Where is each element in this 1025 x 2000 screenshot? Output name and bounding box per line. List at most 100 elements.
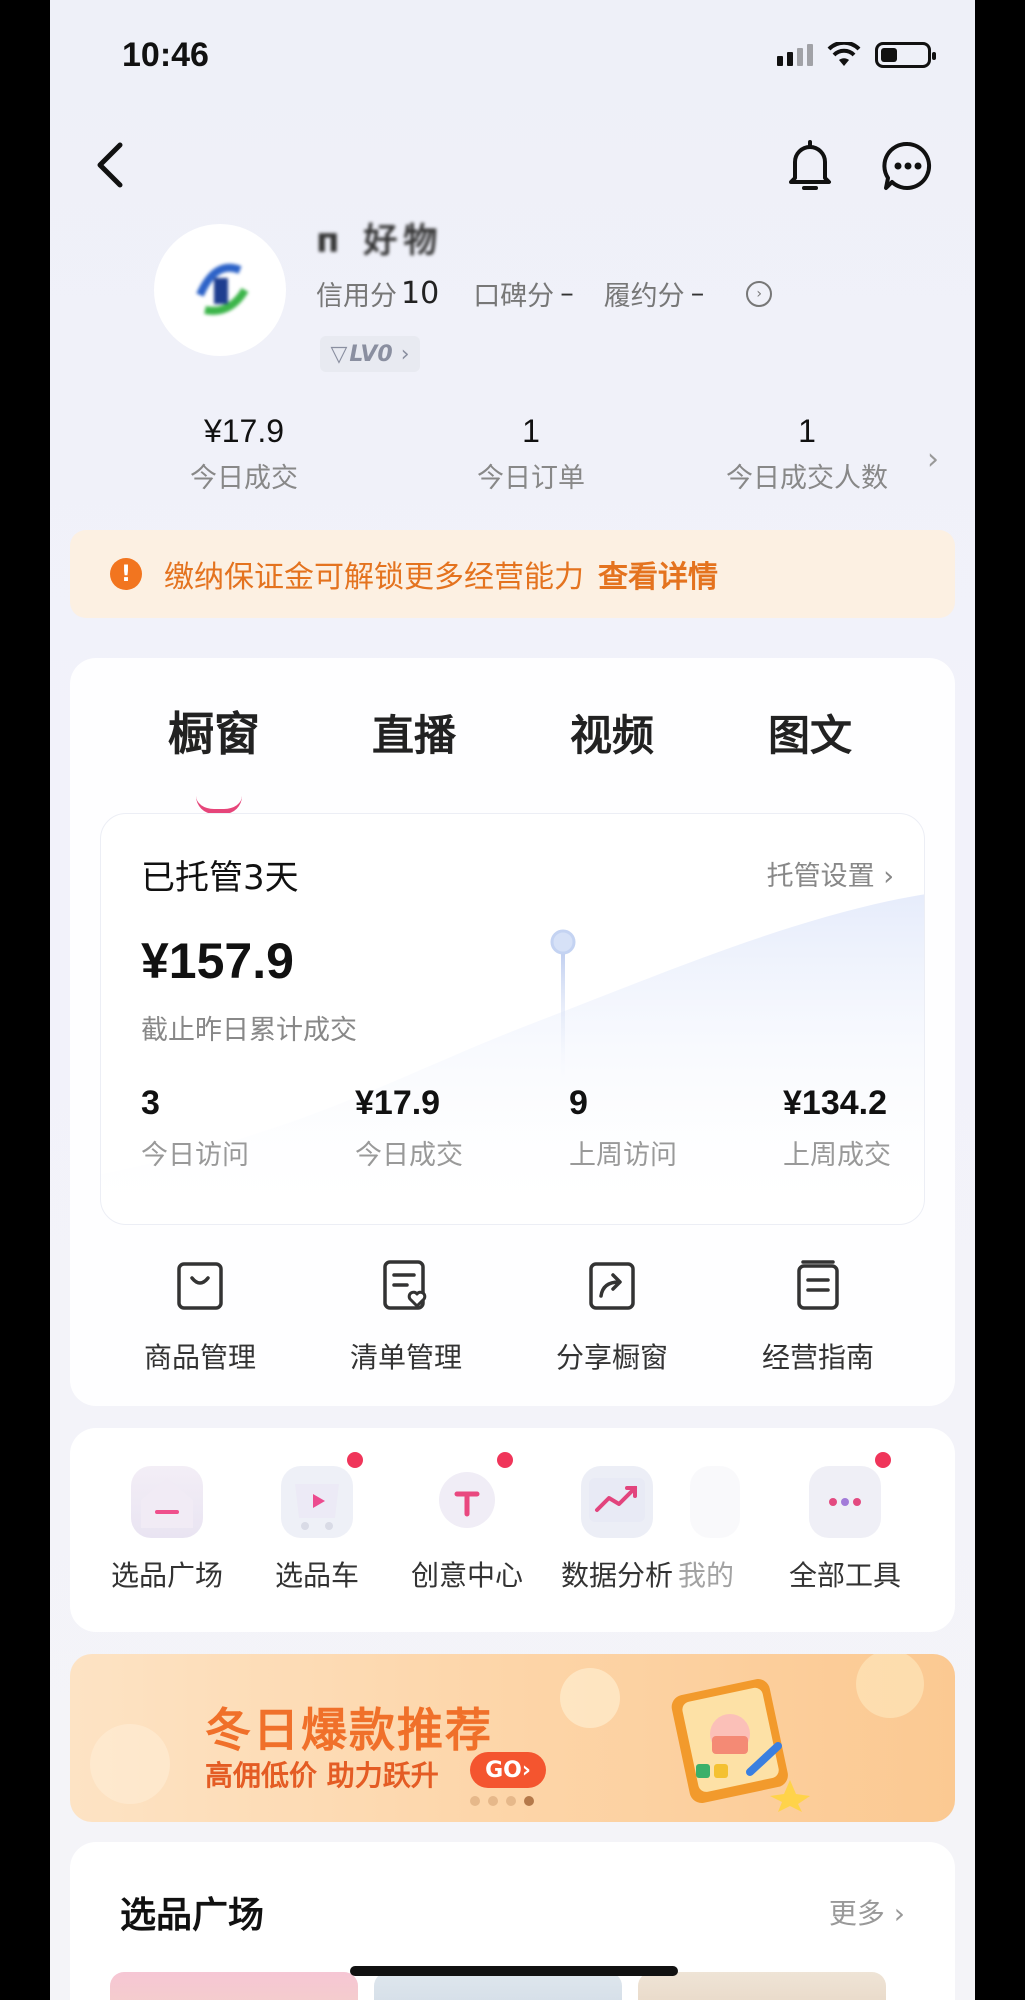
home-indicator[interactable] (350, 1966, 678, 1976)
reputation-value: – (560, 278, 574, 309)
app-screen: 10:46 п 好物 信用分 10 口碑分 – 履约分 – › ▽ LV0 › … (50, 0, 975, 2000)
shop-logo-icon (196, 263, 249, 315)
level-badge[interactable]: ▽ LV0 › (320, 336, 420, 372)
tab-video[interactable]: 视频 (570, 702, 654, 763)
signal-icon (777, 44, 813, 66)
bell-icon[interactable] (785, 138, 835, 194)
quick-tool-label: 全部工具 (788, 1559, 901, 1592)
managed-stat: ¥134.2 上周成交 (783, 1084, 891, 1172)
today-stat: 1 今日订单 (477, 413, 585, 495)
managed-stat: 9 上周访问 (569, 1084, 677, 1172)
managed-settings-link[interactable]: 托管设置 › (767, 854, 894, 893)
score-row[interactable]: 信用分 10 口碑分 – 履约分 – › (316, 274, 773, 313)
chevron-circle-icon[interactable]: › (746, 280, 773, 307)
product-thumbnail[interactable] (374, 1972, 622, 2000)
badge-dot (347, 1452, 363, 1468)
deposit-banner[interactable]: ! 缴纳保证金可解锁更多经营能力 查看详情 (70, 530, 955, 618)
credit-value: 10 (401, 276, 440, 311)
quick-tool-label: 我的 (678, 1559, 735, 1592)
product-thumbnail[interactable] (110, 1972, 358, 2000)
tab-article[interactable]: 图文 (768, 702, 852, 763)
managed-stat: ¥17.9 今日成交 (355, 1084, 463, 1172)
quick-tool-label: 创意中心 (410, 1559, 523, 1592)
quick-tool-label: 选品车 (274, 1559, 359, 1592)
active-tab-indicator (196, 796, 242, 814)
carousel-dot-active (524, 1796, 534, 1806)
tool-share-showcase[interactable]: 分享橱窗 (512, 1258, 712, 1376)
selection-square-section: 选品广场 更多 › (70, 1842, 955, 2000)
credit-label: 信用分 (316, 281, 397, 312)
tool-label: 分享橱窗 (555, 1341, 668, 1374)
tool-selection-cart[interactable]: 选品车 (242, 1452, 392, 1594)
faded-icon (690, 1466, 740, 1538)
deposit-text: 缴纳保证金可解锁更多经营能力 (164, 560, 584, 595)
tab-live[interactable]: 直播 (372, 702, 456, 763)
today-stat-value: 1 (522, 413, 540, 449)
managed-stat-value: ¥134.2 (783, 1084, 887, 1122)
fulfillment-label: 履约分 (603, 281, 685, 312)
managed-stat-value: ¥17.9 (355, 1084, 441, 1122)
cumulative-label: 截止昨日累计成交 (141, 1015, 357, 1046)
more-dots-icon (809, 1452, 891, 1538)
tool-mine[interactable]: 我的 (670, 1466, 760, 1594)
tool-all-tools[interactable]: 全部工具 (770, 1452, 920, 1594)
section-more-link[interactable]: 更多 › (829, 1892, 905, 1932)
today-stat-value: 1 (798, 413, 816, 449)
today-stat-value: ¥17.9 (203, 413, 285, 449)
promo-subtitle: 高佣低价 助力跃升 (205, 1759, 439, 1792)
managed-stat-label: 今日访问 (141, 1140, 249, 1171)
deposit-details-link[interactable]: 查看详情 (598, 552, 718, 596)
managed-stat-value: 9 (569, 1084, 588, 1122)
cart-icon (281, 1452, 363, 1538)
quick-tool-label: 选品广场 (110, 1559, 223, 1592)
tool-creative-center[interactable]: 创意中心 (392, 1452, 542, 1594)
message-icon[interactable] (880, 138, 936, 194)
cumulative-amount: ¥157.9 (141, 933, 294, 989)
badge-dot (497, 1452, 513, 1468)
showcase-card: 橱窗 直播 视频 图文 已托管3天 托管设置 › ¥157.9 截止昨日累计成交… (70, 658, 955, 1406)
shop-name: п 好物 (316, 221, 444, 261)
tool-selection-square[interactable]: 选品广场 (92, 1466, 242, 1594)
reputation-label: 口碑分 (473, 281, 555, 312)
fulfillment-value: – (690, 278, 705, 309)
managed-stat-label: 今日成交 (355, 1140, 463, 1171)
today-stats[interactable]: ¥17.9 今日成交 1 今日订单 1 今日成交人数 (120, 413, 950, 495)
shop-tools: 商品管理 清单管理 分享橱窗 经营指南 (70, 1258, 955, 1388)
tool-product-management[interactable]: 商品管理 (100, 1258, 300, 1376)
managed-stat-value: 3 (141, 1084, 160, 1122)
managed-panel[interactable]: 已托管3天 托管设置 › ¥157.9 截止昨日累计成交 3 今日访问 ¥17.… (100, 813, 925, 1225)
tool-list-management[interactable]: 清单管理 (306, 1258, 506, 1376)
today-stat: 1 今日成交人数 (726, 413, 888, 495)
badge-dot (875, 1452, 891, 1468)
promo-go-button[interactable]: GO› (470, 1752, 546, 1788)
section-title: 选品广场 (120, 1895, 265, 1936)
carousel-dot (506, 1796, 516, 1806)
status-time: 10:46 (122, 36, 209, 74)
product-thumbnail[interactable] (638, 1972, 886, 2000)
carousel-dot (488, 1796, 498, 1806)
bag-icon (177, 1262, 223, 1310)
managed-title: 已托管3天 (141, 858, 299, 898)
back-icon[interactable] (90, 135, 130, 195)
carousel-dots (470, 1796, 534, 1806)
notebook-cake-illustration (671, 1679, 810, 1812)
list-heart-icon (383, 1260, 427, 1310)
tool-label: 经营指南 (761, 1341, 874, 1374)
promo-banner[interactable]: 冬日爆款推荐 高佣低价 助力跃升 GO› (70, 1654, 955, 1822)
guide-icon (797, 1260, 839, 1310)
chart-icon (581, 1466, 653, 1538)
tool-business-guide[interactable]: 经营指南 (718, 1258, 918, 1376)
tool-label: 清单管理 (349, 1341, 462, 1374)
wifi-icon (827, 42, 861, 66)
product-thumbnails (110, 1972, 886, 2000)
status-icons (777, 42, 936, 68)
avatar[interactable] (154, 224, 286, 356)
quick-tools: 选品广场 选品车 创意中心 数据分析 我的 全部工具 (70, 1428, 955, 1632)
battery-icon (875, 42, 936, 68)
tab-showcase[interactable]: 橱窗 (168, 698, 260, 764)
level-text: LV0 (349, 341, 393, 367)
today-stat: ¥17.9 今日成交 (190, 413, 298, 495)
today-stat-label: 今日成交 (190, 463, 298, 494)
carousel-dot (470, 1796, 480, 1806)
chevron-right-icon[interactable]: › (927, 442, 939, 477)
